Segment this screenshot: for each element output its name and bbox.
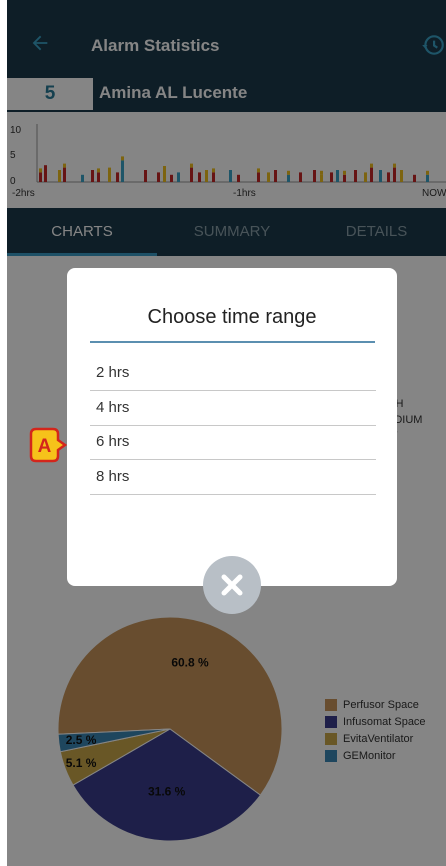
callout-letter: A [38,436,52,457]
time-range-dialog: Choose time range 2 hrs 4 hrs 6 hrs 8 hr… [67,268,397,586]
callout-a-marker: A [29,427,67,463]
option-4-hrs[interactable]: 4 hrs [90,391,376,426]
app-screen: Alarm Statistics 5 Amina AL Lucente 10 5… [7,0,446,866]
dialog-title-divider [90,341,375,343]
close-dialog-button[interactable] [203,556,261,614]
option-8-hrs[interactable]: 8 hrs [90,460,376,495]
close-icon [221,574,243,596]
option-2-hrs[interactable]: 2 hrs [90,356,376,391]
dialog-title: Choose time range [147,306,317,328]
option-6-hrs[interactable]: 6 hrs [90,425,376,460]
